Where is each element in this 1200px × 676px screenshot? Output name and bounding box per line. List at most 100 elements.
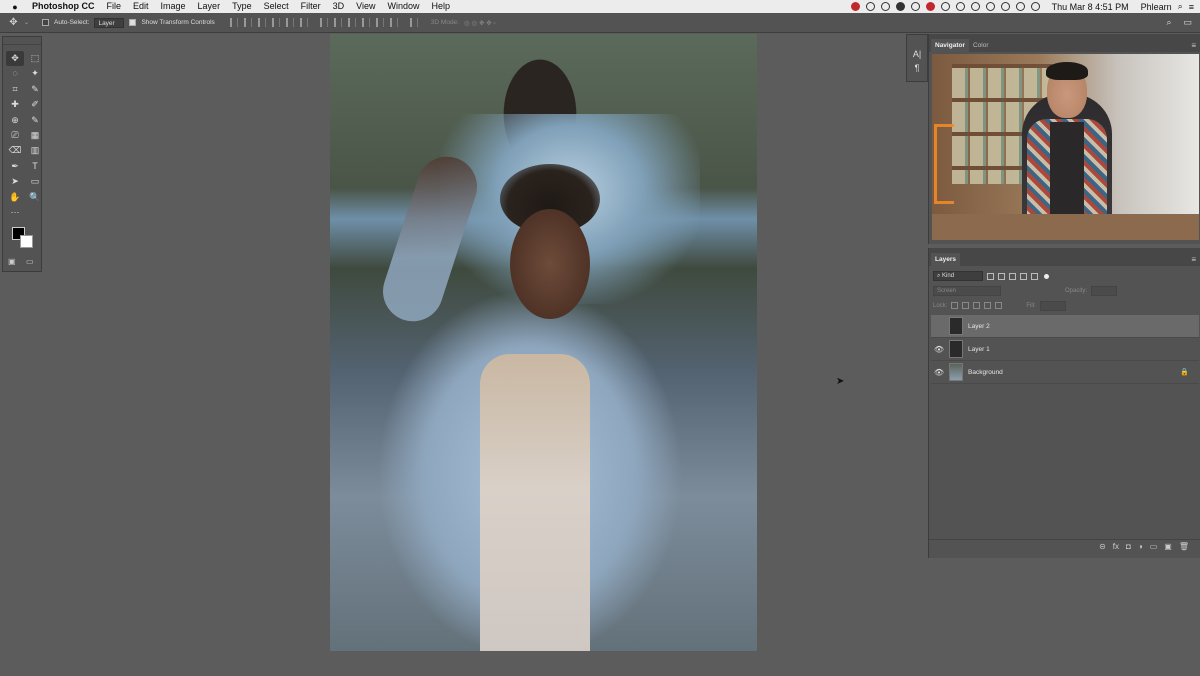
type-tool-icon[interactable]: T [26, 159, 44, 174]
align-bottom-icon[interactable] [257, 18, 266, 27]
search-icon[interactable]: ⌕ [1166, 17, 1171, 28]
new-layer-icon[interactable]: ▣ [1164, 542, 1172, 551]
menubar-clock[interactable]: Thu Mar 8 4:51 PM [1052, 2, 1129, 12]
status-sync-icon[interactable] [940, 2, 950, 11]
status-clock-icon[interactable] [910, 2, 920, 11]
move-tool-icon[interactable]: ✥ [6, 51, 24, 67]
move-tool-preset-icon[interactable]: ✥ [8, 17, 19, 28]
menu-3d[interactable]: 3D [327, 0, 351, 13]
auto-select-dropdown[interactable]: Layer [94, 17, 125, 28]
menu-window[interactable]: Window [381, 0, 425, 13]
align-hcenter-icon[interactable] [285, 18, 294, 27]
lasso-tool-icon[interactable]: ◌ [6, 66, 24, 81]
menu-view[interactable]: View [350, 0, 381, 13]
add-mask-icon[interactable]: ◘ [1126, 542, 1131, 551]
tab-color[interactable]: Color [969, 39, 993, 52]
status-cloud-icon[interactable] [865, 2, 875, 11]
lock-transparent-icon[interactable] [951, 302, 959, 309]
hand-tool-icon[interactable]: ✋ [6, 190, 24, 205]
workspace-icon[interactable]: ▭ [1183, 17, 1192, 28]
status-wifi-icon[interactable] [970, 2, 980, 11]
auto-align-icon[interactable] [409, 18, 418, 27]
paragraph-panel-icon[interactable]: ¶ [907, 61, 927, 75]
preset-dropdown-arrow-icon[interactable]: ⌄ [24, 19, 29, 26]
status-screen-icon[interactable] [880, 2, 890, 11]
marquee-tool-icon[interactable]: ⬚ [26, 51, 44, 66]
tools-panel-header[interactable] [3, 37, 41, 45]
distribute-left-icon[interactable] [361, 18, 370, 27]
history-brush-tool-icon[interactable]: ✎ [26, 113, 44, 128]
blur-tool-icon[interactable]: ⌫ [6, 143, 24, 158]
layer-thumbnail[interactable] [949, 363, 963, 381]
eraser-tool-icon[interactable]: ⎚ [6, 128, 24, 143]
align-left-icon[interactable] [271, 18, 280, 27]
menu-filter[interactable]: Filter [295, 0, 327, 13]
gradient-tool-icon[interactable]: ▦ [26, 128, 44, 143]
layer-name[interactable]: Layer 2 [968, 323, 990, 330]
align-vcenter-icon[interactable] [243, 18, 252, 27]
spotlight-search-icon[interactable]: ⌕ [1178, 1, 1183, 12]
layer-name[interactable]: Background [968, 369, 1003, 376]
notification-center-icon[interactable]: ≡ [1189, 2, 1194, 12]
app-menu[interactable]: Photoshop CC [30, 0, 101, 13]
distribute-top-icon[interactable] [319, 18, 328, 27]
document-canvas[interactable] [330, 34, 757, 651]
link-layers-icon[interactable]: ⊝ [1099, 542, 1106, 551]
filter-type-icon[interactable] [1009, 272, 1016, 280]
eye-icon[interactable]: 👁 [931, 345, 947, 354]
layer-row-background[interactable]: 👁 Background 🔒 [931, 361, 1199, 384]
filter-kind-dropdown[interactable]: ⌕ Kind [933, 271, 983, 281]
pen-tool-icon[interactable]: ✒ [6, 159, 24, 174]
align-top-icon[interactable] [229, 18, 238, 27]
crop-tool-icon[interactable]: ⌗ [6, 82, 24, 97]
shape-tool-icon[interactable]: ▭ [26, 174, 44, 189]
character-panel-icon[interactable]: A| [907, 47, 927, 61]
more-tools-icon[interactable]: ··· [6, 205, 24, 220]
clone-stamp-tool-icon[interactable]: ⊕ [6, 113, 24, 128]
distribute-vcenter-icon[interactable] [333, 18, 342, 27]
tab-navigator[interactable]: Navigator [931, 39, 969, 52]
dodge-tool-icon[interactable]: ▥ [26, 143, 44, 158]
3d-orbit-icon[interactable]: ◎ ◎ ✥ ✥ ▫ [464, 19, 496, 27]
magic-wand-tool-icon[interactable]: ✦ [26, 66, 44, 81]
status-s-icon[interactable] [925, 2, 935, 11]
path-selection-tool-icon[interactable]: ➤ [6, 174, 24, 189]
blend-mode-dropdown[interactable]: Screen [933, 285, 1001, 296]
lock-all-icon[interactable] [995, 302, 1003, 309]
healing-brush-tool-icon[interactable]: ✚ [6, 97, 24, 112]
status-display-icon[interactable] [985, 2, 995, 11]
filter-toggle-icon[interactable] [1044, 273, 1049, 279]
filter-pixel-icon[interactable] [987, 272, 994, 280]
layers-menu-icon[interactable]: ≡ [1191, 255, 1196, 264]
lock-position-icon[interactable] [973, 302, 981, 309]
layer-name[interactable]: Layer 1 [968, 346, 990, 353]
distribute-right-icon[interactable] [389, 18, 398, 27]
zoom-tool-icon[interactable]: 🔍 [26, 190, 44, 205]
menu-file[interactable]: File [101, 0, 128, 13]
tab-layers[interactable]: Layers [931, 253, 960, 266]
new-adjustment-layer-icon[interactable]: ◑ [1138, 542, 1143, 551]
menu-help[interactable]: Help [425, 0, 456, 13]
menu-select[interactable]: Select [258, 0, 295, 13]
apple-menu-icon[interactable]: ● [0, 2, 30, 12]
menu-edit[interactable]: Edit [127, 0, 155, 13]
screen-mode-icon[interactable]: ▭ [26, 257, 34, 266]
show-transform-checkbox[interactable] [129, 19, 137, 26]
new-group-icon[interactable]: ▭ [1150, 542, 1158, 551]
navigator-menu-icon[interactable]: ≡ [1191, 41, 1196, 50]
layer-thumbnail[interactable] [949, 317, 963, 335]
status-dropbox-icon[interactable] [895, 2, 905, 11]
status-eject-icon[interactable] [1000, 2, 1010, 11]
filter-shape-icon[interactable] [1020, 272, 1027, 280]
filter-adjustment-icon[interactable] [998, 272, 1005, 280]
eyedropper-tool-icon[interactable]: ✎ [26, 82, 44, 97]
eye-icon[interactable]: 👁 [931, 368, 947, 377]
status-battery-icon[interactable] [1030, 2, 1040, 11]
filter-smart-object-icon[interactable] [1031, 272, 1038, 280]
quick-mask-icon[interactable]: ▣ [8, 257, 16, 266]
delete-layer-icon[interactable]: 🗑 [1179, 542, 1189, 551]
brush-tool-icon[interactable]: ✐ [26, 97, 44, 112]
menubar-user[interactable]: Phlearn [1141, 2, 1172, 12]
opacity-field[interactable] [1091, 285, 1118, 296]
lock-image-icon[interactable] [962, 302, 970, 309]
